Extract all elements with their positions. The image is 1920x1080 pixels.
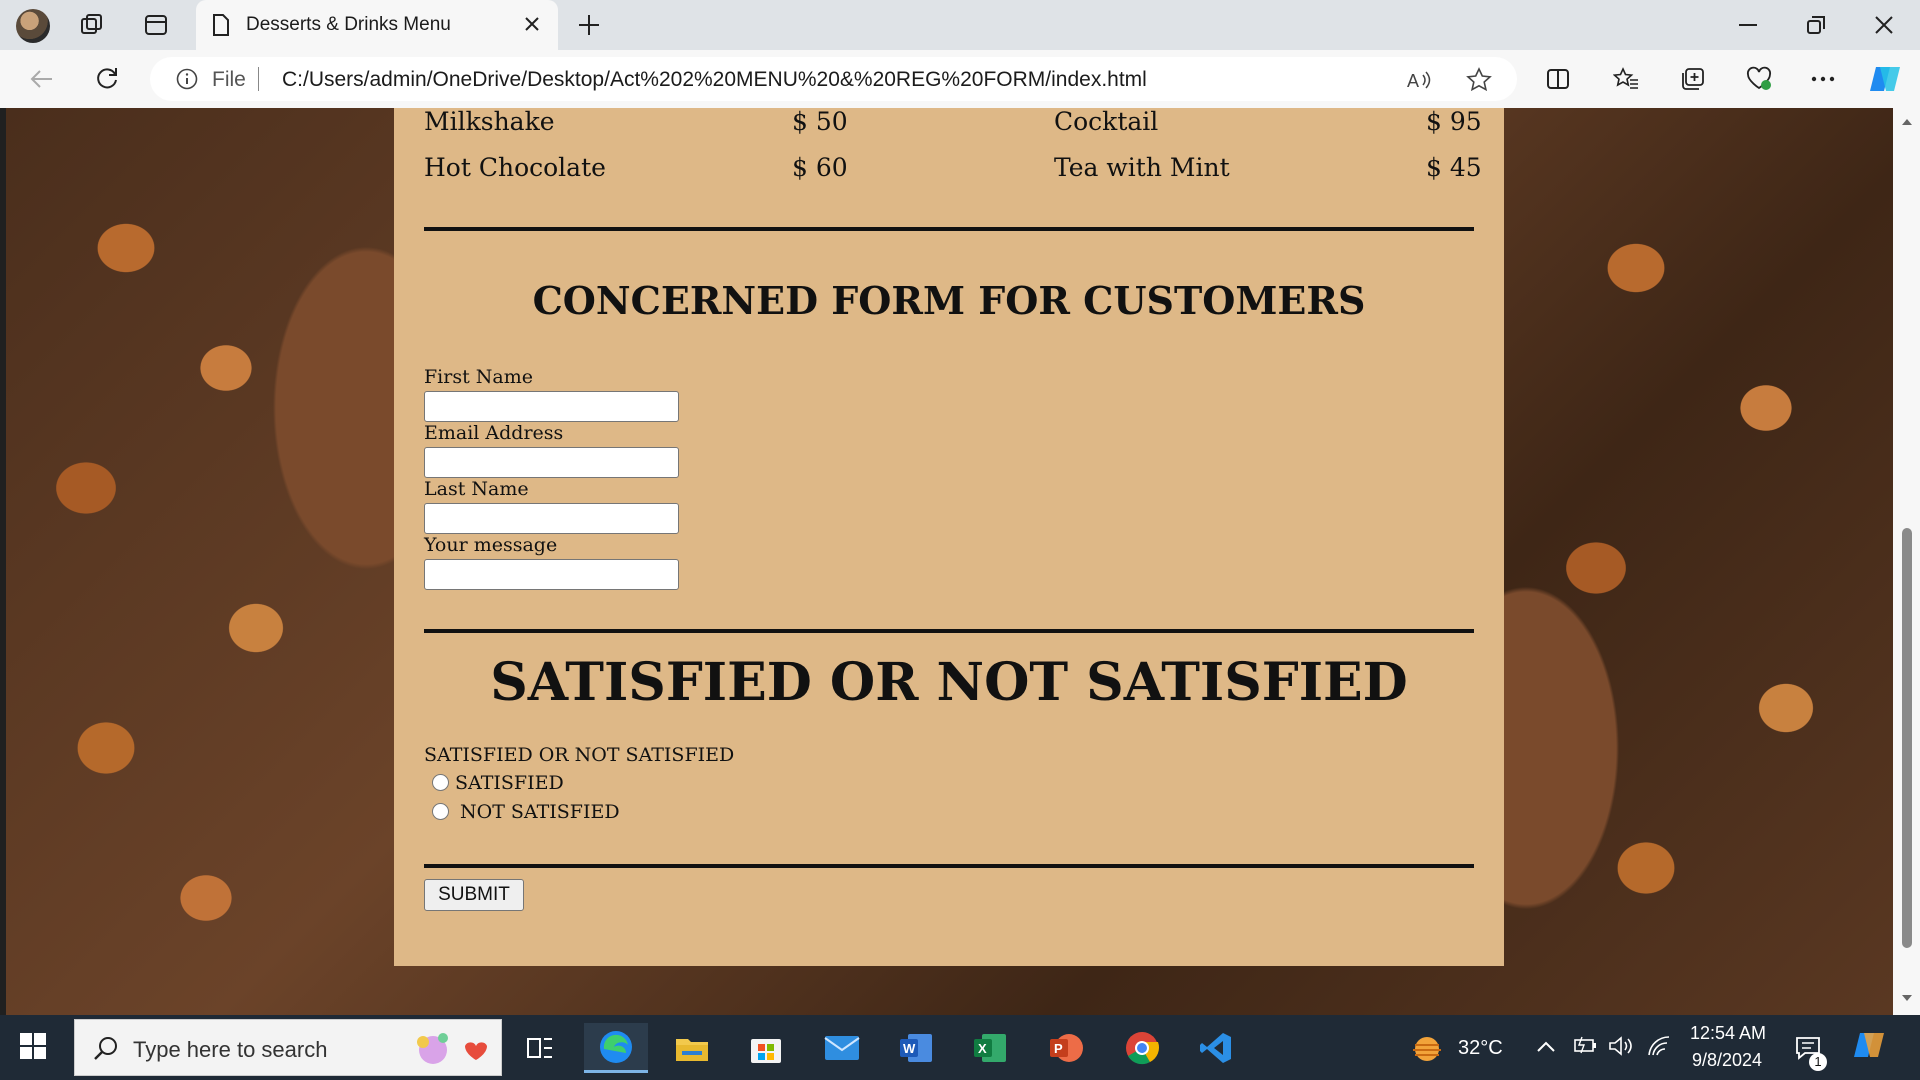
first-name-label: First Name: [424, 366, 533, 388]
tab-desserts-menu[interactable]: Desserts & Drinks Menu: [196, 0, 558, 50]
radio-not-satisfied[interactable]: [432, 803, 449, 820]
wifi-icon[interactable]: [1646, 1035, 1672, 1062]
file-explorer-icon[interactable]: [660, 1023, 724, 1073]
address-bar[interactable]: File C:/Users/admin/OneDrive/Desktop/Act…: [150, 57, 1517, 101]
edge-taskbar-icon[interactable]: [584, 1023, 648, 1073]
powerpoint-icon[interactable]: P: [1034, 1023, 1098, 1073]
satisfaction-heading: SATISFIED OR NOT SATISFIED: [490, 652, 1408, 713]
collections-icon[interactable]: [1676, 63, 1710, 95]
last-name-label: Last Name: [424, 478, 529, 500]
back-icon[interactable]: [24, 63, 58, 95]
submit-button[interactable]: SUBMIT: [424, 879, 524, 911]
scrollbar-thumb[interactable]: [1902, 528, 1912, 948]
email-field[interactable]: [424, 447, 679, 478]
page-scrollbar[interactable]: [1893, 108, 1920, 1015]
menu-item-name: Tea with Mint: [1054, 153, 1230, 182]
tab-title: Desserts & Drinks Menu: [246, 14, 451, 35]
divider: [424, 629, 1474, 633]
menu-item-name: Hot Chocolate: [424, 153, 606, 182]
browser-toolbar: File C:/Users/admin/OneDrive/Desktop/Act…: [0, 50, 1920, 108]
address-separator: [258, 67, 259, 91]
menu-item-name: Cocktail: [1054, 108, 1159, 136]
menu-item-price: $ 50: [792, 108, 848, 136]
split-screen-icon[interactable]: [1541, 63, 1575, 95]
browser-essentials-icon[interactable]: [1742, 63, 1776, 95]
copilot-taskbar-icon[interactable]: [1852, 1029, 1888, 1068]
restore-icon[interactable]: [1782, 0, 1850, 50]
chevron-up-icon[interactable]: [1536, 1037, 1556, 1058]
microsoft-store-icon[interactable]: [734, 1023, 798, 1073]
search-icon: [94, 1037, 117, 1060]
favorites-icon[interactable]: [1609, 63, 1643, 95]
first-name-field[interactable]: [424, 391, 679, 422]
favorite-star-icon[interactable]: [1464, 67, 1494, 93]
new-tab-icon[interactable]: [572, 10, 606, 40]
windows-taskbar: Type here to search W X P 32°C 12:54 AM …: [0, 1015, 1920, 1080]
menu-item-price: $ 60: [792, 153, 848, 182]
taskbar-search-box[interactable]: Type here to search: [74, 1019, 502, 1076]
message-label: Your message: [424, 534, 558, 556]
weather-temperature[interactable]: 32°C: [1458, 1037, 1503, 1060]
mail-icon[interactable]: [810, 1023, 874, 1073]
vscode-icon[interactable]: [1184, 1023, 1248, 1073]
address-url[interactable]: C:/Users/admin/OneDrive/Desktop/Act%202%…: [282, 68, 1147, 92]
workspaces-icon[interactable]: [76, 10, 108, 40]
svg-text:P: P: [1054, 1041, 1063, 1056]
divider: [424, 864, 1474, 868]
page-viewport: Milkshake $ 50 Cocktail $ 95 Hot Chocola…: [6, 108, 1893, 1015]
minimize-icon[interactable]: [1714, 0, 1782, 50]
radio-satisfied[interactable]: [432, 774, 449, 791]
form-heading: CONCERNED FORM FOR CUSTOMERS: [532, 278, 1366, 323]
battery-icon[interactable]: [1572, 1035, 1598, 1060]
close-tab-icon[interactable]: [520, 12, 544, 36]
windows-start-icon[interactable]: [20, 1033, 46, 1064]
read-aloud-icon[interactable]: A: [1404, 67, 1434, 93]
search-placeholder: Type here to search: [133, 1037, 328, 1062]
last-name-field[interactable]: [424, 503, 679, 534]
copilot-icon[interactable]: [1868, 63, 1902, 95]
close-window-icon[interactable]: [1850, 0, 1918, 50]
svg-text:W: W: [903, 1041, 916, 1056]
scroll-down-icon[interactable]: [1901, 994, 1913, 1002]
content-panel: Milkshake $ 50 Cocktail $ 95 Hot Chocola…: [394, 108, 1504, 966]
notification-count: 1: [1809, 1053, 1827, 1071]
weather-icon[interactable]: [1410, 1035, 1444, 1068]
clock-time[interactable]: 12:54 AM: [1690, 1023, 1766, 1044]
menu-item-name: Milkshake: [424, 108, 555, 136]
menu-item-price: $ 45: [1426, 153, 1482, 182]
more-options-icon[interactable]: [1806, 63, 1840, 95]
svg-text:A: A: [1407, 71, 1419, 91]
svg-text:X: X: [978, 1041, 987, 1056]
email-label: Email Address: [424, 422, 564, 444]
address-prefix: File: [212, 68, 246, 91]
tab-actions-icon[interactable]: [140, 10, 172, 40]
browser-tab-strip: Desserts & Drinks Menu: [0, 0, 1920, 50]
volume-icon[interactable]: [1608, 1035, 1634, 1062]
menu-item-price: $ 95: [1426, 108, 1482, 136]
excel-icon[interactable]: X: [958, 1023, 1022, 1073]
clock-date[interactable]: 9/8/2024: [1692, 1050, 1762, 1071]
site-info-icon[interactable]: [176, 68, 198, 95]
scroll-up-icon[interactable]: [1901, 118, 1913, 126]
chrome-icon[interactable]: [1110, 1023, 1174, 1073]
divider: [424, 227, 1474, 231]
search-highlight-icon: [417, 1033, 487, 1064]
profile-avatar[interactable]: [16, 9, 50, 43]
refresh-icon[interactable]: [90, 63, 124, 95]
task-view-icon[interactable]: [508, 1023, 572, 1073]
radio-satisfied-label: SATISFIED: [455, 772, 564, 794]
satisfaction-question: SATISFIED OR NOT SATISFIED: [424, 744, 735, 766]
document-icon: [212, 13, 230, 42]
radio-not-satisfied-label: NOT SATISFIED: [460, 801, 620, 823]
message-field[interactable]: [424, 559, 679, 590]
word-icon[interactable]: W: [884, 1023, 948, 1073]
